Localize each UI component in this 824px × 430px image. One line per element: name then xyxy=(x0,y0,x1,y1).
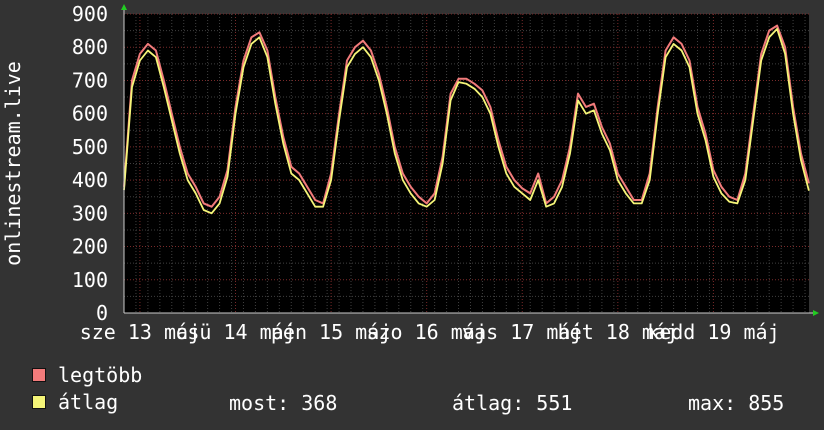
y-axis-label: onlinestream.live xyxy=(1,61,25,266)
y-tick-label: 600 xyxy=(72,102,108,126)
y-tick-label: 400 xyxy=(72,168,108,192)
y-tick-label: 500 xyxy=(72,135,108,159)
y-tick-label: 200 xyxy=(72,235,108,259)
y-tick-label: 100 xyxy=(72,268,108,292)
y-tick-label: 900 xyxy=(72,2,108,26)
chart-svg: 0100200300400500600700800900sze 13 májcs… xyxy=(1,2,819,344)
y-tick-label: 700 xyxy=(72,68,108,92)
x-tick-label: kedd 19 máj xyxy=(647,320,779,344)
y-tick-label: 300 xyxy=(72,201,108,225)
y-axis-arrow-icon xyxy=(121,4,127,10)
x-axis-arrow-icon xyxy=(813,310,819,316)
y-tick-label: 800 xyxy=(72,35,108,59)
